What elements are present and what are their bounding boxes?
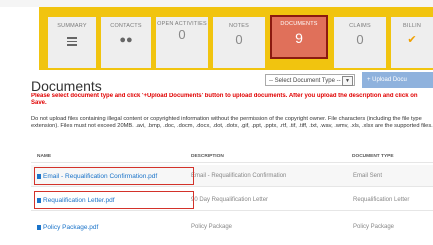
highlight-outline — [34, 167, 194, 185]
tab-contacts[interactable]: CONTACTS ●● — [101, 17, 151, 68]
tab-open-activities[interactable]: OPEN ACTIVITIES 0 — [156, 17, 208, 68]
tab-label: NOTES — [229, 23, 249, 29]
tab-billing[interactable]: BILLIN ✔ — [391, 17, 433, 68]
header-divider — [31, 162, 433, 163]
tab-notes[interactable]: NOTES 0 — [213, 17, 265, 68]
select-value: -- Select Document Type -- — [269, 78, 341, 84]
file-description: Policy Package — [191, 224, 233, 230]
highlight-outline — [34, 191, 194, 209]
check-icon: ✔ — [407, 34, 417, 46]
upload-instructions: Please select document type and click '+… — [31, 93, 418, 106]
table-row: Policy Package.pdf Policy Package Policy… — [31, 217, 433, 238]
row-divider — [31, 210, 433, 211]
column-header-name[interactable]: NAME — [37, 154, 51, 159]
chevron-down-icon: ▼ — [342, 76, 353, 86]
menu-icon — [67, 35, 77, 48]
file-name: Policy Package.pdf — [43, 224, 99, 231]
column-header-description[interactable]: DESCRIPTION — [191, 154, 224, 159]
people-icon: ●● — [119, 34, 133, 46]
tab-label: BILLIN — [402, 23, 421, 29]
upload-documents-button[interactable]: + Upload Docu — [362, 72, 433, 88]
tab-count: 0 — [178, 27, 186, 42]
file-icon — [37, 224, 41, 230]
tab-count: 0 — [356, 32, 364, 47]
tab-summary[interactable]: SUMMARY — [48, 17, 96, 68]
upload-policy-text: Do not upload files containing illegal c… — [31, 116, 433, 129]
tab-count: 0 — [235, 32, 243, 47]
tab-claims[interactable]: CLAIMS 0 — [334, 17, 386, 68]
tab-label: CLAIMS — [349, 23, 371, 29]
tab-label: SUMMARY — [57, 23, 87, 29]
file-description: Email - Requalification Confirmation — [191, 173, 287, 179]
column-header-document-type[interactable]: DOCUMENT TYPE — [352, 154, 394, 159]
tab-count: 9 — [295, 30, 303, 46]
row-divider — [31, 186, 433, 187]
document-type-select[interactable]: -- Select Document Type -- ▼ — [265, 74, 355, 86]
tab-label: CONTACTS — [110, 23, 142, 29]
file-document-type: Email Sent — [353, 173, 383, 179]
page-title: Documents — [31, 78, 102, 94]
top-strip — [0, 0, 433, 7]
file-document-type: Policy Package — [353, 224, 395, 230]
file-link[interactable]: Policy Package.pdf — [37, 224, 98, 231]
file-document-type: Requalification Letter — [353, 197, 410, 203]
tab-label: DOCUMENTS — [280, 21, 318, 27]
tab-documents[interactable]: DOCUMENTS 9 — [270, 15, 328, 59]
file-description: 90 Day Requalification Letter — [191, 197, 269, 203]
